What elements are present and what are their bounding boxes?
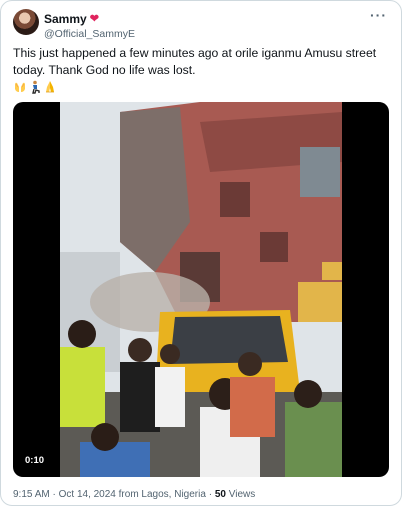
author-handle[interactable]: @Official_SammyE — [44, 28, 135, 41]
avatar[interactable] — [13, 9, 39, 35]
tweet-date-location[interactable]: Oct 14, 2024 from Lagos, Nigeria — [59, 489, 206, 500]
emoji-row — [13, 79, 57, 95]
tweet-meta: 9:15 AM · Oct 14, 2024 from Lagos, Niger… — [13, 489, 255, 501]
more-options-icon[interactable]: ··· — [370, 8, 387, 22]
views-count: 50 — [214, 489, 226, 500]
views-label: Views — [228, 489, 256, 500]
video-duration: 0:10 — [21, 454, 49, 468]
heart-icon: ❤ — [89, 12, 99, 25]
author-names: Sammy ❤ @Official_SammyE — [44, 10, 135, 41]
folded-hands-emoji — [46, 81, 54, 93]
open-hands-emoji — [15, 82, 25, 92]
meta-separator: · — [52, 489, 56, 500]
video-thumbnail — [60, 102, 342, 477]
display-name-row[interactable]: Sammy ❤ — [44, 12, 99, 26]
video-player[interactable]: 0:10 — [13, 102, 389, 477]
display-name[interactable]: Sammy — [44, 12, 87, 26]
meta-separator: · — [208, 489, 213, 500]
kneeling-person-emoji — [32, 80, 40, 94]
tweet-text: This just happened a few minutes ago at … — [13, 46, 377, 77]
tweet-card: Sammy ❤ @Official_SammyE ··· This just h… — [0, 0, 402, 506]
tweet-header: Sammy ❤ @Official_SammyE ··· — [13, 8, 391, 41]
tweet-time[interactable]: 9:15 AM — [13, 489, 50, 500]
